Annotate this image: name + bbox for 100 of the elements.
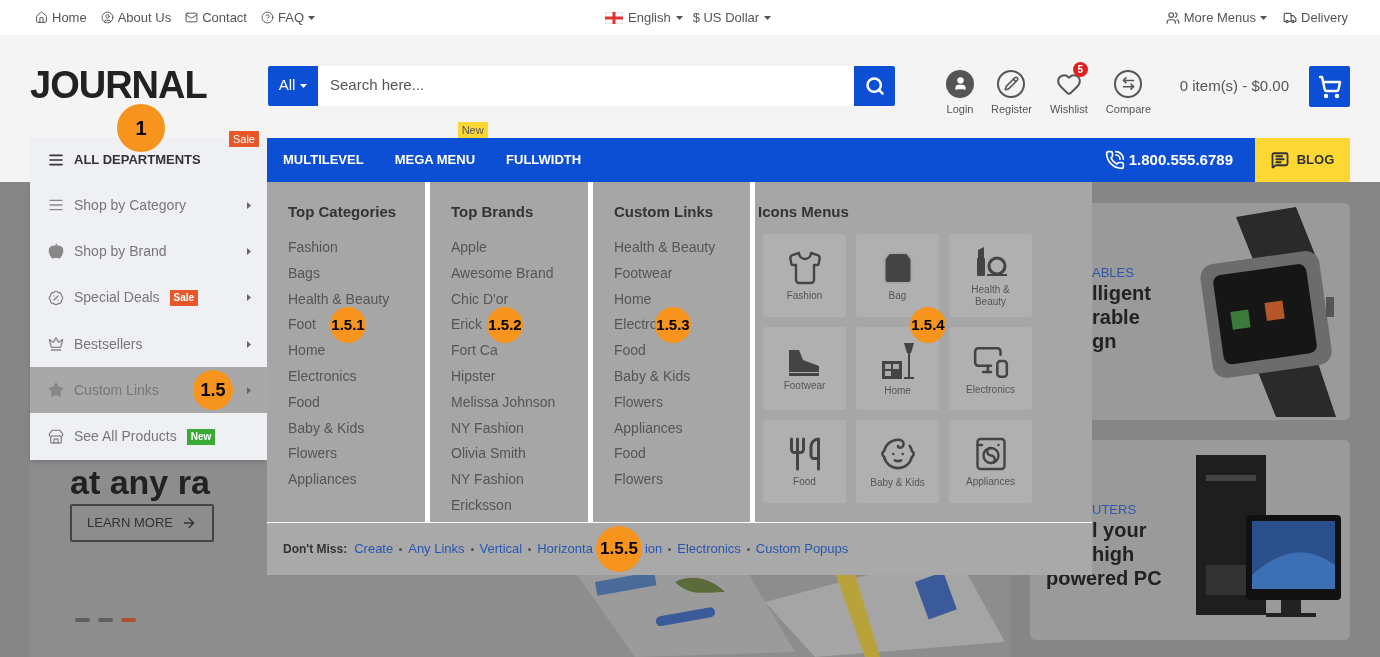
language-selector[interactable]: English — [605, 7, 683, 28]
icon-tile[interactable]: Baby & Kids — [856, 420, 939, 503]
menu-link[interactable]: Home — [614, 291, 652, 307]
department-item[interactable]: Bestsellers — [30, 320, 267, 368]
icon-tile[interactable]: Electronics — [949, 327, 1032, 410]
icon-tile[interactable]: Food — [763, 420, 846, 503]
account-link[interactable]: Wishlist 5 — [1043, 61, 1094, 118]
annotation-marker: 1 — [117, 104, 165, 152]
department-item[interactable]: See All Products New — [30, 413, 267, 460]
menu-link[interactable]: Food — [614, 343, 646, 359]
search-button[interactable] — [854, 65, 895, 106]
menu-link[interactable]: Chic D'or — [451, 291, 509, 307]
cart-icon — [1317, 74, 1342, 99]
currency-selector[interactable]: $ US Dollar — [692, 7, 772, 28]
menu-link[interactable]: Awesome Brand — [451, 265, 554, 281]
top-link[interactable]: Delivery — [1283, 7, 1348, 28]
menu-link[interactable]: Appliances — [614, 420, 683, 436]
icon-tile[interactable]: Health & Beauty — [949, 234, 1032, 317]
menu-link[interactable]: Flowers — [614, 394, 663, 410]
department-item[interactable]: Shop by Brand — [30, 228, 267, 275]
menu-link[interactable]: Olivia Smith — [451, 446, 526, 462]
menu-link[interactable]: NY Fashion — [451, 472, 524, 488]
search-field[interactable]: Search here... — [318, 65, 854, 106]
menu-link[interactable]: NY Fashion — [451, 420, 524, 436]
phone-icon — [1104, 150, 1125, 170]
crown-icon — [48, 336, 64, 353]
top-link[interactable]: More Menus — [1165, 7, 1268, 28]
blog-button[interactable]: BLOG — [1255, 138, 1350, 182]
shirt-icon — [786, 249, 823, 286]
menu-link[interactable]: Ericksson — [451, 497, 512, 513]
learn-more-button[interactable]: LEARN MORE — [70, 504, 214, 542]
column-heading: Custom Links — [614, 203, 715, 221]
card-title-line: powered PC — [1046, 566, 1162, 590]
menu-link[interactable]: Baby & Kids — [614, 369, 691, 384]
dont-miss-link[interactable]: ion — [644, 539, 663, 559]
menu-icon — [48, 152, 64, 168]
menu-link[interactable]: Bags — [288, 265, 320, 281]
menu-link[interactable]: Fashion — [288, 240, 338, 255]
department-item[interactable]: Shop by Category — [30, 182, 267, 229]
menu-link[interactable]: Food — [288, 394, 320, 410]
dont-miss-link[interactable]: Custom Popups — [755, 539, 849, 559]
nav-link[interactable]: FULLWIDTH — [506, 152, 582, 168]
label-badge: Sale — [169, 289, 199, 306]
pencil-icon — [997, 69, 1026, 98]
user-icon — [100, 11, 114, 24]
phone-link[interactable]: 1.800.555.6789 — [1104, 148, 1233, 172]
dont-miss-link[interactable]: Horizonta — [537, 539, 593, 559]
count-badge: 5 — [1072, 61, 1088, 77]
dont-miss-link[interactable]: Any Links — [408, 539, 465, 559]
department-item[interactable]: Special Deals Sale — [30, 274, 267, 321]
percent-icon — [48, 289, 64, 306]
nav-link[interactable]: MULTILEVEL — [283, 152, 364, 168]
category-dropdown[interactable]: All — [268, 65, 318, 106]
dont-miss-label: Don't Miss: — [283, 541, 348, 558]
menu-link[interactable]: Health & Beauty — [288, 291, 390, 307]
menu-link[interactable]: Flowers — [614, 472, 663, 488]
menu-link[interactable]: Electronics — [288, 369, 357, 384]
card-title-line: l your — [1092, 518, 1147, 542]
search-icon — [864, 75, 885, 96]
dont-miss-link[interactable]: Vertical — [479, 539, 523, 559]
dont-miss-link[interactable]: Electronics — [677, 539, 741, 559]
column-heading: Top Categories — [288, 203, 398, 221]
card-title-line: lligent — [1092, 281, 1151, 305]
cart-button[interactable] — [1309, 66, 1350, 107]
account-link[interactable]: Login — [941, 69, 979, 118]
menu-link[interactable]: Home — [288, 343, 326, 359]
icon-tile[interactable]: Fashion — [763, 234, 846, 317]
dont-miss-link[interactable]: Create — [354, 539, 394, 559]
menu-link[interactable]: Foot — [288, 317, 316, 333]
cart-summary[interactable]: 0 item(s) - $0.00 — [1179, 75, 1289, 98]
card-title-line: rable — [1092, 305, 1140, 329]
icon-tile[interactable]: Footwear — [763, 327, 846, 410]
icon-tile[interactable]: Bag — [856, 234, 939, 317]
menu-link[interactable]: Fort Ca — [451, 343, 498, 359]
menu-link[interactable]: Appliances — [288, 472, 357, 488]
flag-icon — [605, 11, 623, 24]
top-link[interactable]: FAQ — [261, 7, 315, 28]
card-eyebrow: ABLES — [1092, 265, 1134, 281]
menu-link[interactable]: Hipster — [451, 369, 496, 384]
menu-link[interactable]: Footwear — [614, 265, 673, 281]
menu-link[interactable]: Health & Beauty — [614, 240, 716, 255]
account-link[interactable]: Compare — [1105, 69, 1152, 118]
label-badge: New — [186, 428, 216, 445]
menu-link[interactable]: Melissa Johnson — [451, 394, 556, 410]
mail-icon — [185, 11, 199, 24]
top-link[interactable]: Contact — [185, 7, 247, 28]
menu-link[interactable]: Flowers — [288, 446, 337, 462]
menu-link[interactable]: Food — [614, 446, 646, 462]
menu-link[interactable]: Erick — [451, 317, 483, 333]
new-badge: New — [457, 122, 488, 139]
nav-link[interactable]: MEGA MENU — [394, 152, 476, 168]
top-link[interactable]: Home — [35, 7, 87, 28]
menu-link[interactable]: Baby & Kids — [288, 420, 365, 436]
user-icon — [946, 69, 974, 98]
icon-tile[interactable]: Appliances — [949, 420, 1032, 503]
help-icon — [261, 11, 274, 24]
account-link[interactable]: Register — [991, 69, 1032, 118]
menu-link[interactable]: Apple — [451, 240, 487, 255]
hero-heading: at any ra — [70, 464, 210, 500]
top-link[interactable]: About Us — [100, 7, 172, 28]
